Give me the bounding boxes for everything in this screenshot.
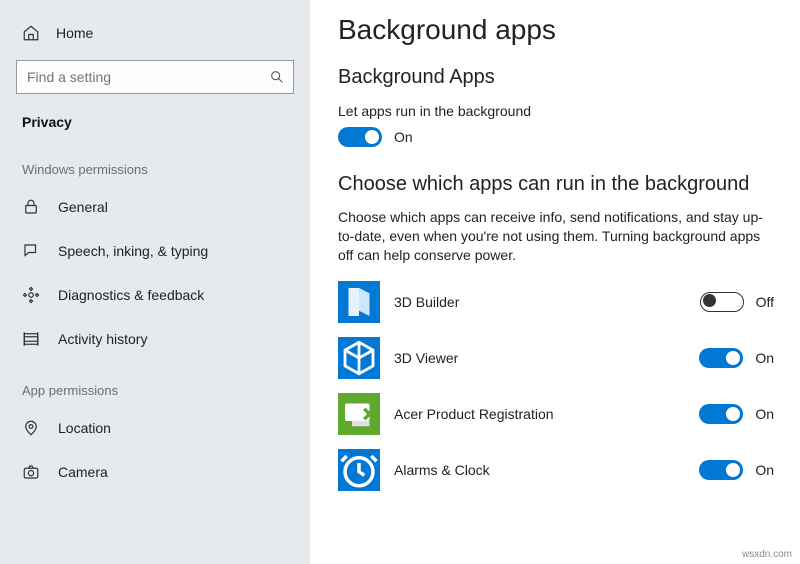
section-heading: Background Apps (338, 66, 774, 89)
camera-icon (22, 463, 40, 481)
app-toggle-state: On (755, 406, 774, 422)
group-label: App permissions (0, 361, 310, 406)
app-row-alarms: Alarms & Clock On (338, 449, 774, 491)
app-toggle-state: On (755, 462, 774, 478)
main-content: Background apps Background Apps Let apps… (310, 0, 800, 564)
activity-icon (22, 330, 40, 348)
app-toggle-state: Off (756, 294, 774, 310)
app-name: Alarms & Clock (394, 462, 674, 478)
sidebar: Home Privacy Windows permissions General… (0, 0, 310, 564)
app-row-acer: Acer Product Registration On (338, 393, 774, 435)
choose-heading: Choose which apps can run in the backgro… (338, 173, 774, 196)
master-toggle-label: Let apps run in the background (338, 103, 774, 119)
nav-group-app-permissions: App permissions Location Camera (0, 361, 310, 494)
sidebar-item-speech[interactable]: Speech, inking, & typing (0, 229, 310, 273)
sidebar-item-camera[interactable]: Camera (0, 450, 310, 494)
search-icon (269, 69, 285, 85)
app-row-3d-viewer: 3D Viewer On (338, 337, 774, 379)
choose-description: Choose which apps can receive info, send… (338, 208, 768, 265)
sidebar-item-activity[interactable]: Activity history (0, 317, 310, 361)
app-icon-acer (338, 393, 380, 435)
nav-group-windows-permissions: Windows permissions General Speech, inki… (0, 140, 310, 361)
sidebar-item-diagnostics[interactable]: Diagnostics & feedback (0, 273, 310, 317)
app-toggle-alarms[interactable] (699, 460, 743, 480)
app-name: Acer Product Registration (394, 406, 674, 422)
home-icon (22, 24, 40, 42)
app-toggle-3d-builder[interactable] (700, 292, 744, 312)
app-icon-3d-viewer (338, 337, 380, 379)
search-input-wrap[interactable] (16, 60, 294, 94)
master-toggle-state: On (394, 129, 413, 145)
search-input[interactable] (27, 69, 269, 85)
sidebar-item-label: Location (58, 420, 111, 436)
app-toggle-state: On (755, 350, 774, 366)
app-name: 3D Builder (394, 294, 674, 310)
home-nav[interactable]: Home (0, 18, 310, 56)
app-row-3d-builder: 3D Builder Off (338, 281, 774, 323)
speech-icon (22, 242, 40, 260)
master-toggle[interactable] (338, 127, 382, 147)
sidebar-item-label: General (58, 199, 108, 215)
sidebar-item-general[interactable]: General (0, 185, 310, 229)
sidebar-item-label: Diagnostics & feedback (58, 287, 204, 303)
location-icon (22, 419, 40, 437)
home-label: Home (56, 25, 93, 41)
app-list: 3D Builder Off 3D Viewer On Acer Product… (338, 281, 774, 491)
diagnostics-icon (22, 286, 40, 304)
group-label: Windows permissions (0, 140, 310, 185)
app-toggle-3d-viewer[interactable] (699, 348, 743, 368)
app-icon-alarms (338, 449, 380, 491)
app-icon-3d-builder (338, 281, 380, 323)
app-name: 3D Viewer (394, 350, 674, 366)
lock-icon (22, 198, 40, 216)
app-toggle-acer[interactable] (699, 404, 743, 424)
sidebar-item-location[interactable]: Location (0, 406, 310, 450)
sidebar-item-label: Activity history (58, 331, 147, 347)
page-title: Background apps (338, 14, 774, 46)
sidebar-item-label: Camera (58, 464, 108, 480)
section-title: Privacy (0, 108, 310, 140)
watermark: wsxdn.com (742, 549, 792, 560)
sidebar-item-label: Speech, inking, & typing (58, 243, 208, 259)
